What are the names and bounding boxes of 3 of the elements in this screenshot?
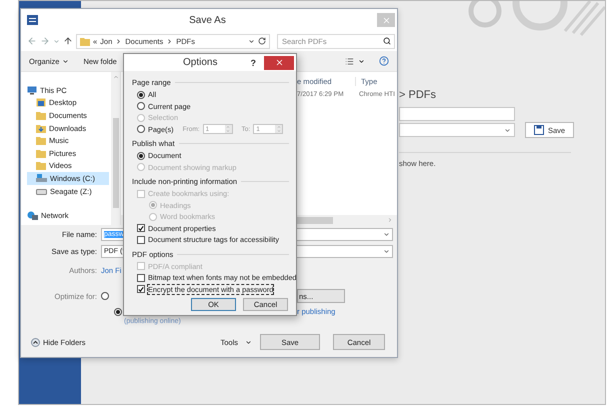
- folder-path: > PDFs: [399, 89, 437, 101]
- window-title: Options: [182, 57, 218, 68]
- window-title: Save As: [188, 14, 227, 26]
